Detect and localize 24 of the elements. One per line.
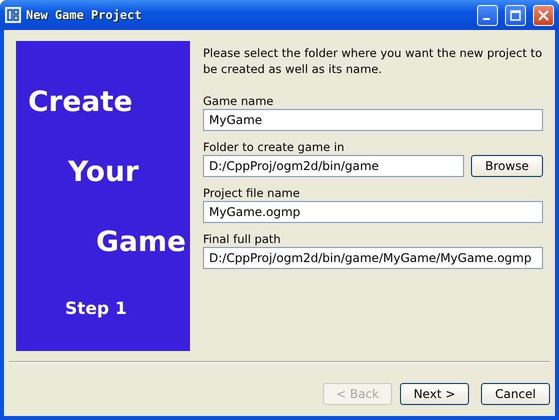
text-field[interactable]: D:/CppProj/ogm2d/bin/game/MyGame/MyGame.ogmp bbox=[203, 247, 543, 269]
field-label: Folder to create game in bbox=[203, 140, 344, 154]
app-icon bbox=[5, 7, 21, 23]
maximize-button[interactable] bbox=[505, 4, 526, 26]
minimize-icon bbox=[482, 18, 490, 20]
browse-button[interactable]: Browse bbox=[471, 155, 543, 177]
wizard-button[interactable]: Next > bbox=[400, 383, 469, 405]
banner-text: Your bbox=[68, 155, 139, 188]
banner-text: Create bbox=[28, 85, 133, 118]
field-label: Project file name bbox=[203, 186, 300, 200]
text-field[interactable]: MyGame.ogmp bbox=[203, 201, 543, 223]
text-field[interactable]: D:/CppProj/ogm2d/bin/game bbox=[203, 155, 464, 177]
minimize-button[interactable] bbox=[477, 4, 498, 26]
close-button[interactable] bbox=[533, 4, 554, 26]
text-field[interactable]: MyGame bbox=[203, 109, 543, 131]
instructions-text: Please select the folder where you want the new project to be created as well as its name. bbox=[203, 45, 543, 77]
field-label: Game name bbox=[203, 94, 274, 108]
field-label: Final full path bbox=[203, 232, 281, 246]
banner-text: Game bbox=[96, 225, 186, 258]
maximize-icon bbox=[510, 10, 521, 20]
window-title: New Game Project bbox=[26, 8, 143, 22]
step-label: Step 1 bbox=[65, 299, 127, 319]
close-icon bbox=[538, 10, 549, 20]
wizard-button[interactable]: Cancel bbox=[481, 383, 550, 405]
